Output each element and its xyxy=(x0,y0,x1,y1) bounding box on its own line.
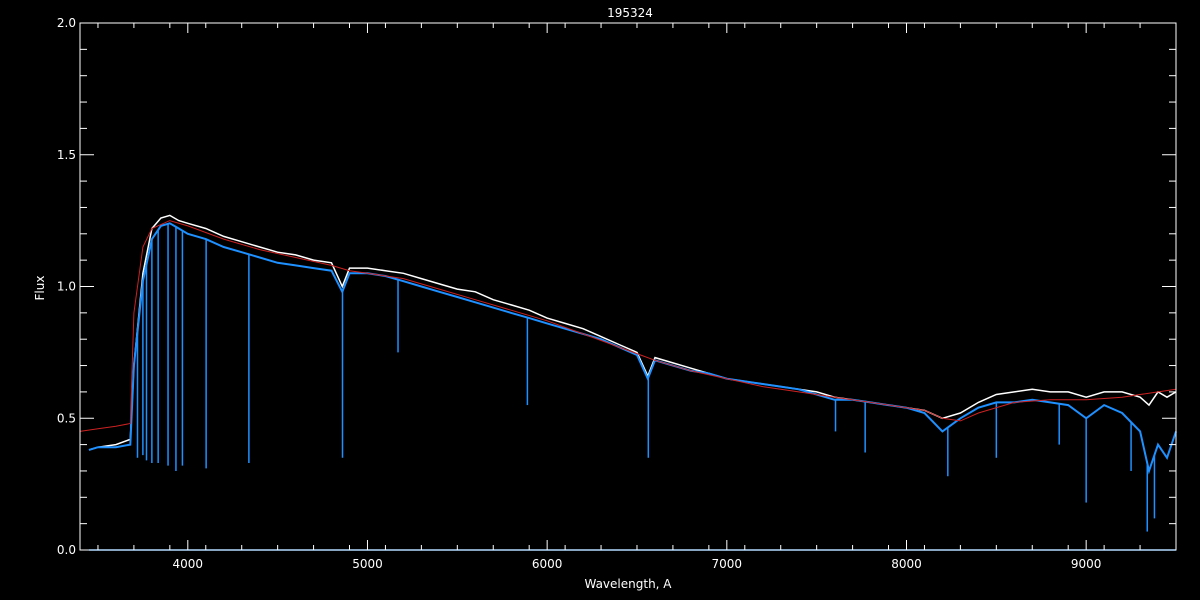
y-tick-label: 2.0 xyxy=(57,16,76,30)
x-tick-label: 7000 xyxy=(712,557,743,571)
chart: 195324 4000 5000 6000 7000 8000 9000 0.0 0.5 1.0… xyxy=(0,0,1200,600)
y-tick-label: 1.0 xyxy=(57,280,76,294)
x-tick-label: 5000 xyxy=(352,557,383,571)
x-tick-label: 6000 xyxy=(532,557,563,571)
x-axis-label: Wavelength, A xyxy=(584,577,672,591)
y-tick-label: 0.0 xyxy=(57,543,76,557)
y-tick-label: 0.5 xyxy=(57,411,76,425)
x-tick-label: 4000 xyxy=(173,557,204,571)
x-tick-label: 8000 xyxy=(891,557,922,571)
x-tick-label: 9000 xyxy=(1071,557,1102,571)
y-tick-label: 1.5 xyxy=(57,148,76,162)
chart-background xyxy=(0,0,1200,600)
chart-title: 195324 xyxy=(607,6,653,20)
y-axis-label: Flux xyxy=(33,276,47,301)
